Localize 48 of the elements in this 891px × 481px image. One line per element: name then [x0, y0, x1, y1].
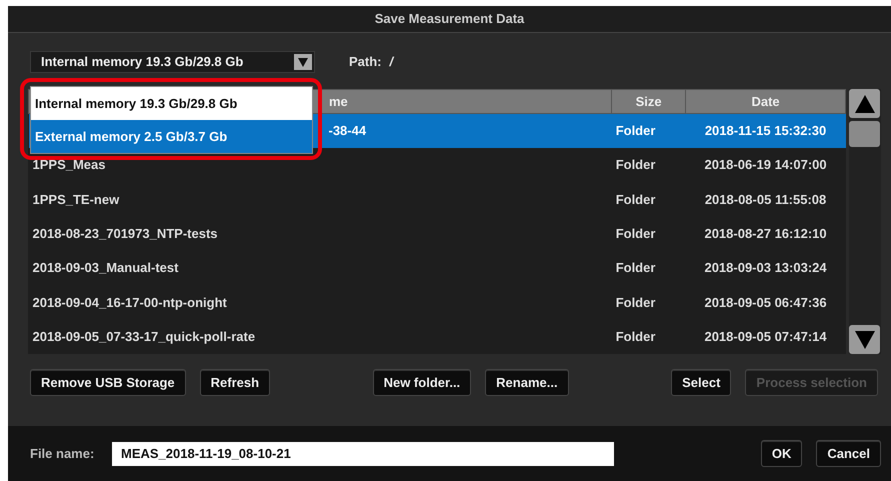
scrollbar-thumb[interactable]: [849, 121, 880, 147]
scroll-down-button[interactable]: [849, 325, 880, 354]
file-name: 2018-09-05_07-33-17_quick-poll-rate: [32, 329, 256, 344]
file-size: Folder: [616, 157, 656, 172]
path-value: /: [390, 53, 394, 72]
file-row[interactable]: 2018-09-05_07-33-17_quick-poll-rate Folder 2018-09-05 07:47:14: [28, 320, 846, 354]
file-size: Folder: [616, 226, 656, 241]
file-row[interactable]: 2018-09-04_16-17-00-ntp-onight Folder 2018-09-05 06:47:36: [28, 285, 846, 320]
action-button[interactable]: Select: [671, 369, 732, 396]
file-name: 2018-09-04_16-17-00-ntp-onight: [32, 294, 227, 310]
file-date: 2018-11-15 15:32:30: [704, 123, 826, 138]
file-name: 1PPS_TE-new: [32, 192, 120, 207]
file-name: 2018-08-23_701973_NTP-tests: [32, 226, 218, 241]
file-row[interactable]: 2018-08-23_701973_NTP-tests Folder 2018-08-27 16:12:10: [28, 216, 846, 251]
file-row[interactable]: 1PPS_TE-new Folder 2018-08-05 11:55:08: [28, 182, 846, 217]
file-row[interactable]: 2018-09-03_Manual-test Folder 2018-09-03 13:03:24: [28, 250, 846, 286]
file-name-field[interactable]: MEAS_2018-11-19_08-10-21: [112, 442, 614, 466]
file-name: 1PPS_Meas: [32, 157, 106, 172]
window-title: Save Measurement Data: [374, 10, 524, 28]
file-date: 2018-08-27 16:12:10: [704, 226, 827, 241]
storage-dropdown[interactable]: Internal memory 19.3 Gb/29.8 Gb: [30, 51, 315, 73]
file-size: Folder: [616, 329, 656, 344]
action-button[interactable]: Remove USB Storage: [30, 369, 186, 396]
action-button[interactable]: New folder...: [372, 369, 472, 396]
dialog-button[interactable]: Cancel: [816, 440, 881, 467]
scroll-up-button[interactable]: [849, 89, 880, 118]
file-date: 2018-08-05 11:55:08: [704, 192, 826, 207]
dropdown-option[interactable]: External memory 2.5 Gb/3.7 Gb: [31, 120, 312, 153]
file-name: 2018-09-03_Manual-test: [32, 260, 178, 276]
file-name: -38-44: [328, 123, 366, 138]
file-size: Folder: [616, 192, 656, 207]
up-triangle-icon: [854, 94, 874, 112]
file-date: 2018-09-05 06:47:36: [704, 294, 827, 310]
column-header-fragment: me: [329, 94, 348, 109]
file-date: 2018-06-19 14:07:00: [704, 157, 827, 172]
dialog-button[interactable]: OK: [760, 440, 802, 467]
file-date: 2018-09-03 13:03:24: [704, 260, 827, 276]
file-date: 2018-09-05 07:47:14: [704, 329, 827, 344]
file-name-label: File name:: [30, 444, 96, 463]
file-size: Folder: [616, 260, 656, 276]
column-header: Size: [636, 94, 662, 109]
column-header: Date: [751, 94, 780, 109]
down-triangle-icon: [854, 330, 874, 348]
path-label: Path:: [349, 53, 382, 72]
file-size: Folder: [616, 294, 656, 310]
action-button[interactable]: Rename...: [485, 369, 569, 396]
file-size: Folder: [616, 123, 656, 138]
action-button[interactable]: Refresh: [200, 369, 270, 396]
